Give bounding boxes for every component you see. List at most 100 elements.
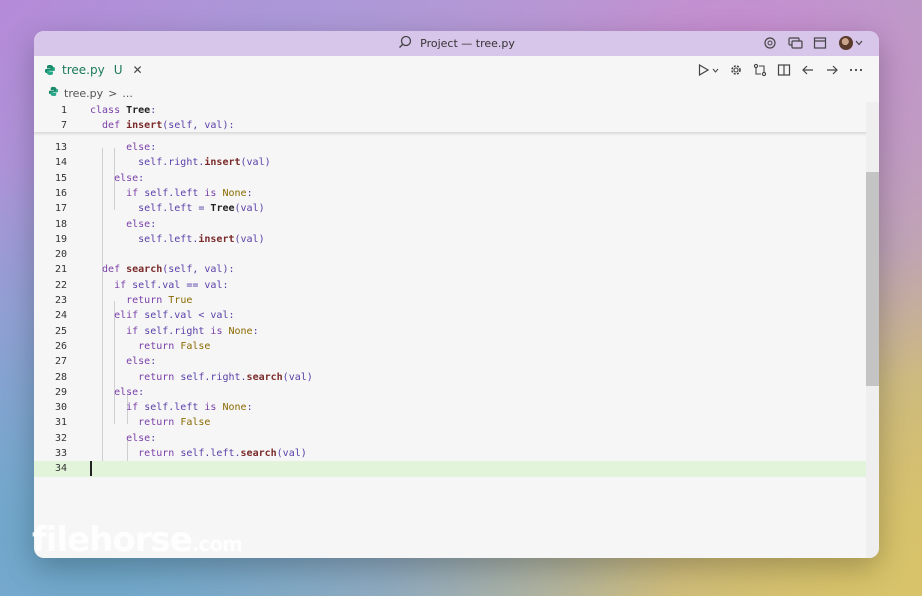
breadcrumb-file[interactable]: tree.py bbox=[64, 87, 103, 100]
code-text: else: bbox=[90, 432, 157, 444]
code-text: if self.right is None: bbox=[90, 325, 259, 337]
code-line[interactable]: 7 def insert(self, val): bbox=[34, 117, 866, 134]
code-text: else: bbox=[90, 172, 145, 184]
code-line[interactable]: 31 return False bbox=[34, 415, 866, 430]
code-line[interactable]: 34 bbox=[34, 461, 866, 477]
breadcrumb-separator: > bbox=[108, 86, 118, 100]
code-text: self.left.insert(val) bbox=[90, 233, 265, 245]
code-text: if self.val == val: bbox=[90, 279, 229, 291]
code-line[interactable]: 26 return False bbox=[34, 339, 866, 354]
line-number: 31 bbox=[54, 417, 67, 429]
command-center[interactable]: Project — tree.py bbox=[398, 35, 515, 52]
more-actions-button[interactable] bbox=[847, 61, 865, 79]
close-tab-button[interactable]: ✕ bbox=[132, 63, 142, 77]
code-line[interactable]: 30 if self.left is None: bbox=[34, 400, 866, 415]
code-text: elif self.val < val: bbox=[90, 310, 235, 322]
scrollbar-thumb[interactable] bbox=[866, 172, 879, 386]
code-line[interactable]: 25 if self.right is None: bbox=[34, 324, 866, 339]
split-icon bbox=[777, 64, 791, 76]
code-line[interactable]: 21 def search(self, val): bbox=[34, 262, 866, 277]
git-status-badge: U bbox=[113, 63, 123, 77]
code-line[interactable]: 29 else: bbox=[34, 385, 866, 400]
tab-tree-py[interactable]: tree.py U ✕ bbox=[34, 56, 143, 84]
line-number: 22 bbox=[54, 279, 67, 291]
chat-icon[interactable] bbox=[787, 35, 803, 51]
search-icon bbox=[398, 35, 412, 52]
code-text: else: bbox=[90, 356, 157, 368]
run-button[interactable] bbox=[695, 61, 721, 79]
avatar bbox=[839, 36, 853, 50]
code-text: return self.left.search(val) bbox=[90, 448, 307, 459]
settings-gear-button[interactable] bbox=[727, 61, 745, 79]
text-cursor bbox=[90, 461, 92, 477]
code-line[interactable]: 18 else: bbox=[34, 217, 866, 232]
code-line[interactable]: 15 else: bbox=[34, 171, 866, 186]
code-line[interactable]: 14 self.right.insert(val) bbox=[34, 155, 866, 170]
code-text: return False bbox=[90, 417, 211, 429]
split-editor-button[interactable] bbox=[775, 61, 793, 79]
line-number: 21 bbox=[54, 264, 67, 276]
line-number: 26 bbox=[54, 340, 67, 352]
line-number: 27 bbox=[54, 356, 67, 368]
line-number: 32 bbox=[54, 432, 67, 444]
vertical-scrollbar[interactable] bbox=[866, 102, 879, 558]
code-text: return False bbox=[90, 340, 211, 352]
arrow-right-icon bbox=[827, 65, 838, 75]
code-line[interactable]: 32 else: bbox=[34, 431, 866, 446]
code-line[interactable]: 22 if self.val == val: bbox=[34, 278, 866, 293]
code-line[interactable]: 16 if self.left is None: bbox=[34, 186, 866, 201]
line-number: 20 bbox=[54, 249, 67, 261]
account-avatar[interactable] bbox=[837, 35, 865, 51]
code-text: else: bbox=[90, 218, 157, 230]
breadcrumb: tree.py > ... bbox=[34, 84, 879, 102]
watermark-logo: filehorse.com bbox=[32, 520, 243, 560]
code-text: return self.right.search(val) bbox=[90, 371, 313, 383]
copilot-icon[interactable] bbox=[762, 35, 778, 51]
line-number: 24 bbox=[54, 310, 67, 322]
code-line[interactable]: 17 self.left = Tree(val) bbox=[34, 201, 866, 216]
breadcrumb-more[interactable]: ... bbox=[122, 87, 133, 100]
line-number: 7 bbox=[60, 119, 67, 131]
tab-label: tree.py bbox=[62, 63, 105, 77]
go-forward-button[interactable] bbox=[823, 61, 841, 79]
line-number: 14 bbox=[54, 157, 67, 169]
layout-icon[interactable] bbox=[812, 35, 828, 51]
tab-bar: tree.py U ✕ bbox=[34, 56, 879, 84]
code-line[interactable]: 23 return True bbox=[34, 293, 866, 308]
line-number: 25 bbox=[54, 325, 67, 337]
code-line[interactable]: 27 else: bbox=[34, 354, 866, 369]
code-line[interactable]: 13 else: bbox=[34, 140, 866, 155]
code-text: self.right.insert(val) bbox=[90, 157, 271, 169]
sticky-scroll-shadow bbox=[34, 132, 866, 136]
code-line[interactable]: 33 return self.left.search(val) bbox=[34, 446, 866, 461]
code-line[interactable]: 20 bbox=[34, 247, 866, 262]
code-line[interactable]: 24 elif self.val < val: bbox=[34, 308, 866, 323]
line-number: 28 bbox=[54, 371, 67, 383]
editor-window: Project — tree.py tree.py U ✕ tree.py > … bbox=[34, 31, 879, 558]
arrow-left-icon bbox=[802, 65, 813, 75]
title-bar: Project — tree.py bbox=[34, 31, 879, 56]
code-text: if self.left is None: bbox=[90, 402, 253, 414]
code-editor[interactable]: 1 class Tree: 7 def insert(self, val): 13 e… bbox=[34, 102, 879, 558]
play-icon bbox=[698, 64, 709, 76]
code-text: else: bbox=[90, 386, 145, 398]
git-compare-icon bbox=[753, 63, 767, 77]
line-number: 18 bbox=[54, 218, 67, 230]
line-number: 23 bbox=[54, 295, 67, 306]
line-number: 17 bbox=[54, 203, 67, 215]
code-line[interactable]: 1 class Tree: bbox=[34, 102, 866, 118]
code-text: if self.left is None: bbox=[90, 187, 253, 199]
line-number: 33 bbox=[54, 448, 67, 459]
ellipsis-icon bbox=[849, 68, 863, 72]
line-number: 19 bbox=[54, 233, 67, 245]
editor-actions bbox=[695, 61, 865, 79]
compare-changes-button[interactable] bbox=[751, 61, 769, 79]
go-back-button[interactable] bbox=[799, 61, 817, 79]
line-number: 15 bbox=[54, 172, 67, 184]
code-text: self.left = Tree(val) bbox=[90, 203, 265, 215]
code-line[interactable]: 28 return self.right.search(val) bbox=[34, 370, 866, 385]
code-line[interactable]: 19 self.left.insert(val) bbox=[34, 232, 866, 247]
code-text: return True bbox=[90, 295, 193, 306]
line-number: 29 bbox=[54, 386, 67, 398]
chevron-down-icon bbox=[855, 40, 863, 46]
